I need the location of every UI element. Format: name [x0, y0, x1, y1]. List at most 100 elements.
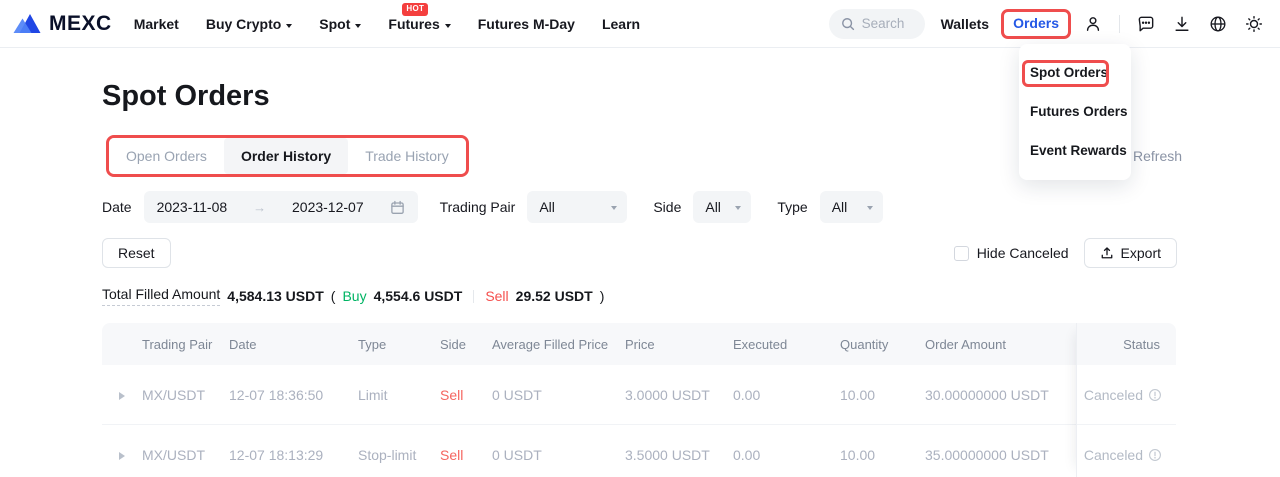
- tab-trade-history[interactable]: Trade History: [348, 138, 466, 174]
- date-range-input[interactable]: 2023-11-08 → 2023-12-07: [144, 191, 418, 223]
- side-select[interactable]: All: [693, 191, 751, 223]
- date-label: Date: [102, 199, 132, 215]
- actions-row: Reset Hide Canceled Export: [102, 238, 1177, 268]
- hide-canceled-toggle: Hide Canceled: [954, 245, 1069, 261]
- type-label: Type: [777, 199, 807, 215]
- primary-nav: Market Buy Crypto Spot HOT Futures Futur…: [134, 16, 640, 32]
- download-icon[interactable]: [1172, 14, 1192, 34]
- cell-price: 3.0000 USDT: [625, 387, 733, 403]
- tab-order-history[interactable]: Order History: [224, 138, 348, 174]
- col-trading-pair: Trading Pair: [142, 337, 229, 352]
- date-from-value: 2023-11-08: [157, 199, 228, 215]
- chevron-down-icon: [445, 24, 451, 31]
- filters-row: Date 2023-11-08 → 2023-12-07 Trading Pai…: [102, 191, 883, 223]
- top-nav: MEXC Market Buy Crypto Spot HOT Futures …: [0, 0, 1280, 48]
- cell-average-filled-price: 0 USDT: [492, 387, 625, 403]
- caret-right-icon[interactable]: [119, 392, 129, 400]
- cell-average-filled-price: 0 USDT: [492, 447, 625, 463]
- sell-value: 29.52 USDT: [516, 288, 593, 304]
- side-label: Side: [653, 199, 681, 215]
- caret-right-icon[interactable]: [119, 452, 129, 460]
- nav-item-futures[interactable]: HOT Futures: [388, 16, 450, 32]
- hot-badge: HOT: [402, 3, 428, 16]
- cell-price: 3.5000 USDT: [625, 447, 733, 463]
- cell-trading-pair: MX/USDT: [142, 387, 229, 403]
- tab-open-orders[interactable]: Open Orders: [109, 138, 224, 174]
- chevron-down-icon: [867, 206, 873, 213]
- col-average-filled-price: Average Filled Price: [492, 337, 625, 352]
- col-date: Date: [229, 337, 358, 352]
- nav-item-futures-m-day[interactable]: Futures M-Day: [478, 16, 575, 32]
- sun-icon[interactable]: [1244, 14, 1264, 34]
- trading-pair-select[interactable]: All: [527, 191, 627, 223]
- table-row[interactable]: MX/USDT 12-07 18:36:50 Limit Sell 0 USDT…: [102, 365, 1176, 425]
- cell-executed: 0.00: [733, 387, 840, 403]
- nav-orders-link[interactable]: Orders: [1013, 15, 1059, 31]
- table-body: MX/USDT 12-07 18:36:50 Limit Sell 0 USDT…: [102, 365, 1176, 477]
- arrow-right-icon: →: [253, 200, 266, 215]
- total-filled-summary: Total Filled Amount 4,584.13 USDT ( Buy …: [102, 286, 604, 306]
- cell-side: Sell: [440, 447, 492, 463]
- nav-item-spot[interactable]: Spot: [319, 16, 361, 32]
- col-quantity: Quantity: [840, 337, 925, 352]
- trading-pair-label: Trading Pair: [440, 199, 516, 215]
- info-circle-icon[interactable]: [1148, 388, 1162, 402]
- cell-status: Canceled: [1076, 447, 1176, 463]
- search-icon: [841, 17, 855, 31]
- order-tabs: Open Orders Order History Trade History: [109, 138, 466, 174]
- nav-item-buy-crypto[interactable]: Buy Crypto: [206, 16, 292, 32]
- search-input[interactable]: Search: [829, 9, 925, 39]
- upload-icon: [1100, 246, 1114, 260]
- user-icon[interactable]: [1083, 14, 1103, 34]
- calendar-icon: [390, 200, 405, 215]
- close-paren: ): [600, 288, 605, 304]
- cell-executed: 0.00: [733, 447, 840, 463]
- summary-divider: [473, 290, 474, 303]
- chat-bubble-icon[interactable]: [1136, 14, 1156, 34]
- nav-item-learn[interactable]: Learn: [602, 16, 640, 32]
- date-to-value: 2023-12-07: [292, 199, 364, 215]
- cell-side: Sell: [440, 387, 492, 403]
- info-circle-icon[interactable]: [1148, 448, 1162, 462]
- cell-order-amount: 30.00000000 USDT: [925, 387, 1076, 403]
- cell-quantity: 10.00: [840, 447, 925, 463]
- orders-table: Trading Pair Date Type Side Average Fill…: [102, 323, 1176, 477]
- open-paren: (: [331, 288, 336, 304]
- cell-order-amount: 35.00000000 USDT: [925, 447, 1076, 463]
- reset-button[interactable]: Reset: [102, 238, 171, 268]
- table-header-row: Trading Pair Date Type Side Average Fill…: [102, 323, 1176, 365]
- refresh-button[interactable]: Refresh: [1133, 148, 1182, 164]
- logo-text: MEXC: [49, 12, 112, 36]
- nav-wallets-link[interactable]: Wallets: [941, 16, 990, 32]
- menu-item-spot-orders[interactable]: Spot Orders: [1030, 61, 1131, 85]
- cell-type: Stop-limit: [358, 447, 440, 463]
- annotation-orders-box: Orders: [1001, 9, 1071, 39]
- annotation-tabs-box: Open Orders Order History Trade History: [106, 135, 469, 177]
- cell-type: Limit: [358, 387, 440, 403]
- type-select[interactable]: All: [820, 191, 883, 223]
- chevron-down-icon: [286, 24, 292, 31]
- col-order-amount: Order Amount: [925, 337, 1076, 352]
- nav-divider: [1119, 15, 1120, 33]
- buy-label: Buy: [342, 288, 366, 304]
- col-executed: Executed: [733, 337, 840, 352]
- menu-item-event-rewards[interactable]: Event Rewards: [1030, 139, 1131, 163]
- col-price: Price: [625, 337, 733, 352]
- export-button[interactable]: Export: [1084, 238, 1177, 268]
- hide-canceled-label: Hide Canceled: [977, 245, 1069, 261]
- col-type: Type: [358, 337, 440, 352]
- nav-item-market[interactable]: Market: [134, 16, 179, 32]
- orders-dropdown-menu: Spot Orders Futures Orders Event Rewards: [1019, 44, 1131, 180]
- chevron-down-icon: [611, 206, 617, 213]
- menu-item-futures-orders[interactable]: Futures Orders: [1030, 100, 1131, 124]
- table-row[interactable]: MX/USDT 12-07 18:13:29 Stop-limit Sell 0…: [102, 425, 1176, 477]
- globe-icon[interactable]: [1208, 14, 1228, 34]
- cell-date: 12-07 18:13:29: [229, 447, 358, 463]
- page-title: Spot Orders: [102, 80, 270, 113]
- hide-canceled-checkbox[interactable]: [954, 246, 969, 261]
- cell-date: 12-07 18:36:50: [229, 387, 358, 403]
- total-filled-value: 4,584.13 USDT: [227, 288, 324, 304]
- mexc-logo[interactable]: MEXC: [12, 12, 112, 36]
- col-status: Status: [1076, 337, 1176, 352]
- total-filled-label[interactable]: Total Filled Amount: [102, 286, 220, 306]
